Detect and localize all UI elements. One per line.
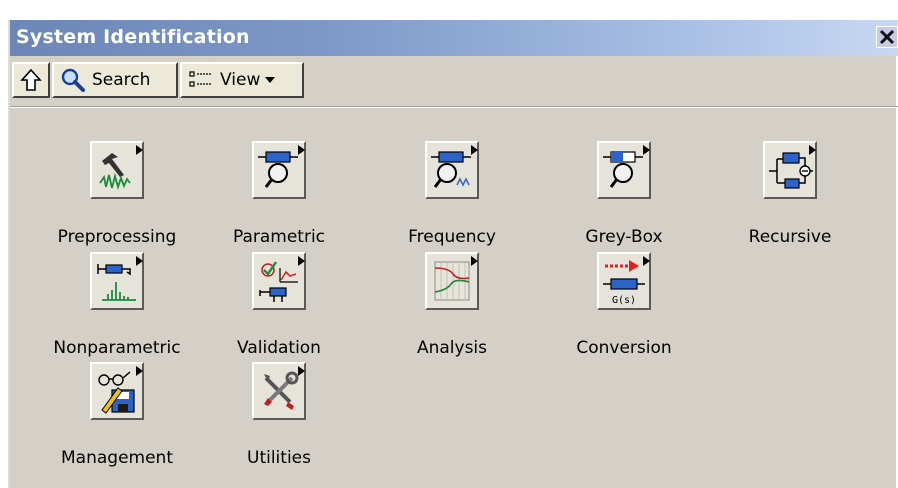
close-icon — [879, 29, 895, 45]
palette-item-label: Recursive — [748, 227, 832, 247]
validation-icon-button[interactable] — [252, 252, 306, 310]
palette-item-parametric[interactable]: Parametric — [202, 141, 352, 251]
dropdown-arrow-icon — [265, 77, 276, 83]
search-icon — [61, 68, 85, 92]
utilities-icon-button[interactable] — [252, 362, 306, 420]
analysis-icon-button[interactable] — [425, 252, 479, 310]
palette-item-validation[interactable]: Validation — [202, 252, 352, 362]
model-magnifier-icon — [258, 151, 298, 188]
toolbar-divider-highlight — [10, 107, 898, 108]
title-bar[interactable]: System Identification — [10, 20, 898, 56]
conversion-icon-text: G(s) — [612, 295, 636, 306]
management-icon-button[interactable] — [90, 362, 144, 420]
hammer-signal-icon — [99, 153, 131, 191]
palette-item-utilities[interactable]: Utilities — [202, 362, 352, 472]
close-button[interactable] — [876, 26, 898, 48]
grey-box-icon-button[interactable] — [597, 141, 651, 199]
search-button[interactable]: Search — [52, 62, 178, 98]
search-label: Search — [92, 70, 151, 90]
palette-item-label: Management — [61, 448, 173, 468]
recursive-icon-button[interactable] — [763, 141, 817, 199]
palette-item-grey-box[interactable]: Grey-Box — [547, 141, 697, 251]
palette-item-analysis[interactable]: Analysis — [375, 252, 525, 362]
validation-check-icon — [259, 261, 298, 302]
palette-item-nonparametric[interactable]: Nonparametric — [40, 252, 190, 362]
up-button[interactable] — [12, 62, 50, 98]
list-view-icon — [189, 71, 211, 87]
palette-item-label: Parametric — [232, 227, 326, 247]
palette-window: System Identification Search View Prepro… — [8, 20, 898, 488]
tools-icon — [264, 371, 299, 410]
palette-item-label: Frequency — [408, 227, 496, 247]
conversion-icon-button[interactable]: G(s) — [597, 252, 651, 310]
view-label: View — [220, 70, 261, 90]
palette-item-label: Grey-Box — [585, 227, 663, 247]
palette-item-preprocessing[interactable]: Preprocessing — [40, 141, 190, 251]
toolbar: Search View — [10, 62, 898, 102]
palette-item-frequency[interactable]: Frequency — [375, 141, 525, 251]
palette-item-management[interactable]: Management — [40, 362, 190, 472]
grey-box-magnifier-icon — [603, 151, 643, 188]
view-button[interactable]: View — [180, 62, 304, 98]
conversion-arrow-icon: G(s) — [603, 260, 645, 306]
nonparametric-icon-button[interactable] — [90, 252, 144, 310]
parametric-icon-button[interactable] — [252, 141, 306, 199]
palette-item-label: Utilities — [247, 448, 311, 468]
palette-item-conversion[interactable]: G(s) Conversion — [547, 252, 697, 362]
frequency-icon-button[interactable] — [425, 141, 479, 199]
recursive-loop-icon — [769, 152, 813, 189]
glasses-disk-icon — [98, 371, 135, 414]
palette-item-label: Nonparametric — [53, 338, 181, 358]
palette-item-label: Conversion — [576, 338, 672, 358]
palette-item-recursive[interactable]: Recursive — [713, 141, 863, 251]
impulse-response-icon — [97, 264, 136, 301]
palette-item-label: Analysis — [416, 338, 488, 358]
preprocessing-icon-button[interactable] — [90, 141, 144, 199]
palette-item-label: Validation — [237, 338, 321, 358]
up-arrow-icon — [20, 68, 42, 91]
window-title: System Identification — [16, 26, 250, 48]
frequency-magnifier-icon — [431, 151, 471, 188]
analysis-plot-icon — [434, 261, 470, 301]
palette-item-label: Preprocessing — [57, 227, 177, 247]
